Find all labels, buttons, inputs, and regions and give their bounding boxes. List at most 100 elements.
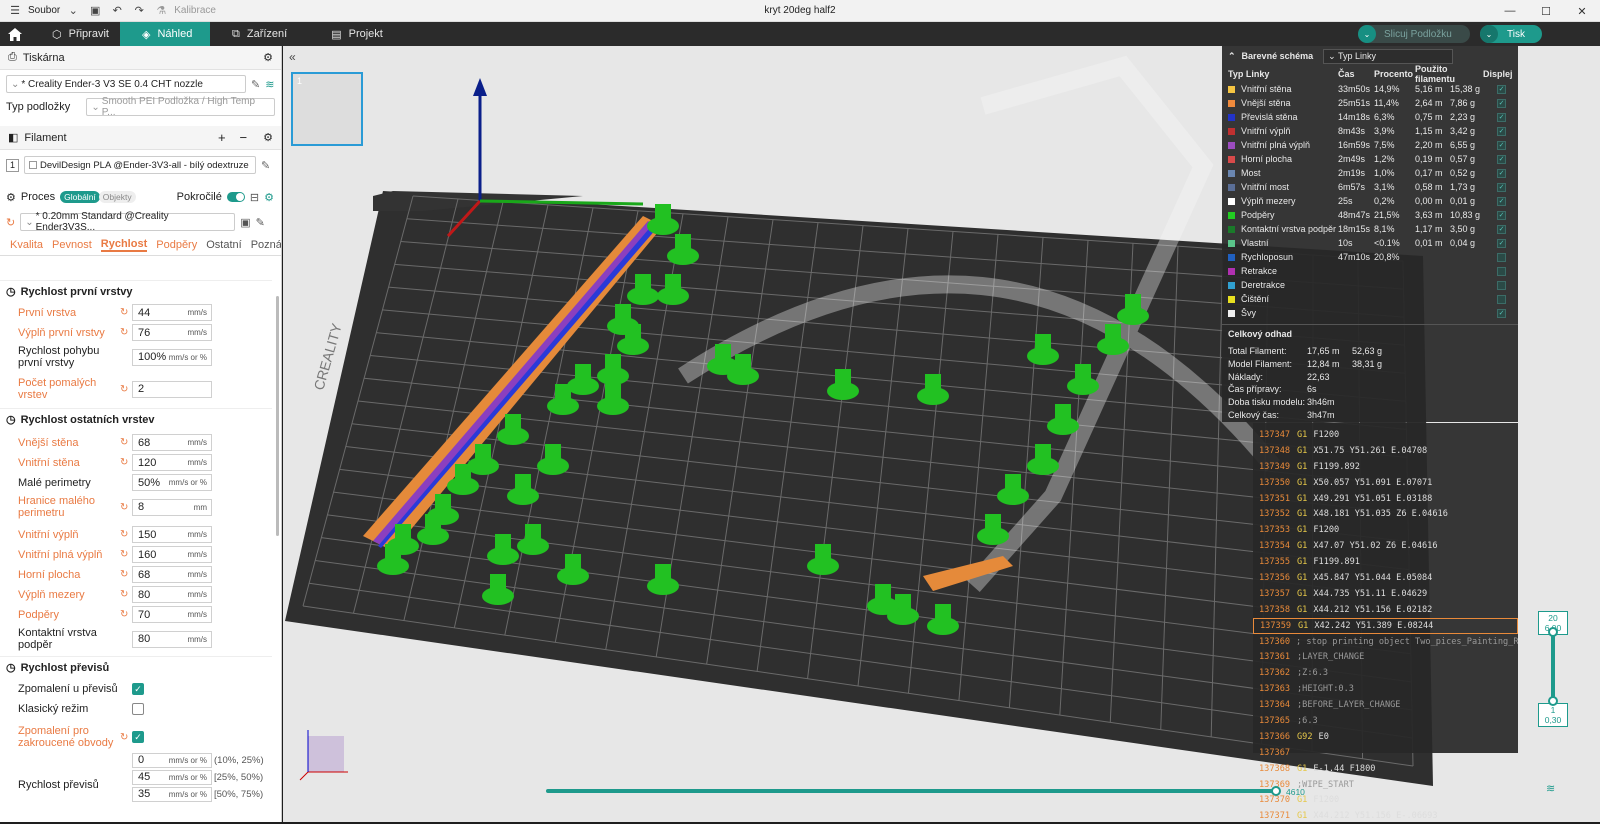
gear-icon[interactable]: ⚙ [263,51,273,64]
legend-row[interactable]: Podpěry 48m47s 21,5% 3,63 m 10,83 g ✓ [1222,208,1518,222]
layer-top-handle[interactable] [1548,627,1558,637]
save-icon[interactable]: ▣ [240,216,250,229]
param-input[interactable]: 68 mm/s [132,434,212,451]
legend-display-checkbox[interactable]: ✓ [1497,98,1506,108]
gcode-line[interactable]: 137360 ; stop printing object Two_pices_P… [1253,634,1518,650]
legend-row[interactable]: Švy ✓ [1222,306,1518,320]
param-input[interactable]: 44 mm/s [132,304,212,321]
gcode-line[interactable]: 137363 ;HEIGHT:0.3 [1253,681,1518,697]
gcode-line[interactable]: 137353 G1 F1200 [1253,522,1518,538]
gcode-line[interactable]: 137358 G1 X44.212 Y51.156 E.02182 [1253,602,1518,618]
add-icon[interactable]: + [218,130,226,145]
printer-select[interactable]: ⌄ * Creality Ender-3 V3 SE 0.4 CHT nozzle [6,75,246,93]
refresh-icon[interactable]: ↻ [6,216,15,229]
legend-row[interactable]: Převislá stěna 14m18s 6,3% 0,75 m 2,23 g ✓ [1222,110,1518,124]
gcode-line[interactable]: 137364 ;BEFORE_LAYER_CHANGE [1253,697,1518,713]
plate-type-select[interactable]: ⌄ Smooth PEI Podložka / High Temp P... [86,96,275,118]
maximize-button[interactable]: ☐ [1528,0,1564,22]
edit-icon[interactable]: ✎ [256,216,265,229]
reset-icon[interactable]: ↻ [120,549,128,560]
gcode-line[interactable]: 137351 G1 X49.291 Y51.051 E.03188 [1253,491,1518,507]
legend-display-checkbox[interactable]: ✓ [1497,84,1506,94]
legend-display-checkbox[interactable]: ✓ [1497,168,1506,178]
home-button[interactable] [0,22,30,46]
param-input[interactable]: 2 [132,380,212,398]
edit-icon[interactable]: ✎ [261,159,270,172]
param-input[interactable]: 120 mm/s [132,454,212,471]
param-input[interactable]: 68 mm/s [132,566,212,583]
legend-display-checkbox[interactable]: ✓ [1497,196,1506,206]
legend-row[interactable]: Horní plocha 2m49s 1,2% 0,19 m 0,57 g ✓ [1222,152,1518,166]
classic-mode-checkbox[interactable] [132,703,144,715]
gcode-line[interactable]: 137356 G1 X45.847 Y51.044 E.05084 [1253,570,1518,586]
legend-row[interactable]: Výplň mezery 25s 0,2% 0,00 m 0,01 g ✓ [1222,194,1518,208]
param-input[interactable]: 8 mm [132,498,212,516]
reset-icon[interactable]: ↻ [120,589,128,600]
wifi-icon[interactable]: ≋ [265,78,274,91]
reset-icon[interactable]: ↻ [120,457,128,468]
minimize-button[interactable]: — [1492,0,1528,22]
chevron-down-icon[interactable]: ⌄ [64,3,82,19]
gcode-line[interactable]: 137359 G1 X42.242 Y51.389 E.08244 [1253,617,1518,634]
chevron-down-icon[interactable]: ⌄ [1480,25,1498,43]
reset-icon[interactable]: ↻ [120,502,128,513]
legend-row[interactable]: Vnější stěna 25m51s 11,4% 2,64 m 7,86 g ✓ [1222,96,1518,110]
move-slider-handle[interactable] [1271,786,1281,796]
legend-row[interactable]: Vnitřní plná výplň 16m59s 7,5% 2,20 m 6,55 g… [1222,138,1518,152]
reset-icon[interactable]: ↻ [120,437,128,448]
sidebar-scrollbar[interactable] [276,296,279,536]
gcode-line[interactable]: 137365 ;6.3 [1253,713,1518,729]
reset-icon[interactable]: ↻ [120,609,128,620]
subtab-support[interactable]: Podpěry [156,239,197,251]
calibration-icon[interactable]: ⚗ [152,3,170,19]
legend-display-checkbox[interactable]: ✓ [1497,126,1506,136]
collapse-sidebar-icon[interactable]: « [289,50,296,64]
gcode-line[interactable]: 137348 G1 X51.75 Y51.261 E.04708 [1253,443,1518,459]
param-input[interactable]: 80 mm/s [132,630,212,648]
gcode-line[interactable]: 137349 G1 F1199.892 [1253,459,1518,475]
undo-icon[interactable]: ↶ [108,3,126,19]
legend-display-checkbox[interactable]: ✓ [1497,210,1506,220]
gcode-line[interactable]: 137362 ;Z:6.3 [1253,665,1518,681]
filament-select[interactable]: DevilDesign PLA @Ender-3V3-all - bílý od… [24,156,256,174]
legend-row[interactable]: Most 2m19s 1,0% 0,17 m 0,52 g ✓ [1222,166,1518,180]
edit-icon[interactable]: ✎ [251,78,260,91]
param-input[interactable]: 50% mm/s or % [132,474,212,491]
legend-display-checkbox[interactable]: ✓ [1497,238,1506,248]
gcode-line[interactable]: 137368 G1 E-1.44 F1800 [1253,761,1518,777]
legend-display-checkbox[interactable]: ✓ [1497,140,1506,150]
param-input[interactable]: 70 mm/s [132,606,212,623]
compare-icon[interactable]: ⊟ [250,191,259,204]
gcode-line[interactable]: 137367 [1253,745,1518,761]
reset-icon[interactable]: ↻ [120,307,128,318]
gcode-line[interactable]: 137355 G1 F1199.891 [1253,554,1518,570]
subtab-notes[interactable]: Poznám... [251,239,281,251]
subtab-speed[interactable]: Rychlost [100,238,148,252]
color-scheme-select[interactable]: ⌄ Typ Linky [1323,48,1454,64]
legend-row[interactable]: Deretrakce [1222,278,1518,292]
legend-display-checkbox[interactable] [1497,294,1506,304]
legend-display-checkbox[interactable]: ✓ [1497,308,1506,318]
move-slider[interactable] [546,789,1276,793]
tab-prepare[interactable]: ⬡ Připravit [30,22,120,46]
param-input[interactable]: 76 mm/s [132,324,212,341]
legend-row[interactable]: Vnitřní most 6m57s 3,1% 0,58 m 1,73 g ✓ [1222,180,1518,194]
save-icon[interactable]: ▣ [86,3,104,19]
process-preset-select[interactable]: ⌄ * 0.20mm Standard @Creality Ender3V3S..… [20,211,236,233]
close-button[interactable]: ✕ [1564,0,1600,22]
reset-icon[interactable]: ↻ [120,732,128,743]
collapse-icon[interactable]: ⌃ [1228,51,1236,62]
legend-row[interactable]: Rychloposun 47m10s 20,8% [1222,250,1518,264]
gcode-line[interactable]: 137350 G1 X50.057 Y51.091 E.07071 [1253,475,1518,491]
reset-icon[interactable]: ↻ [120,529,128,540]
param-input[interactable]: 160 mm/s [132,546,212,563]
tab-device[interactable]: ⧉ Zařízení [210,22,309,46]
layers-menu-icon[interactable]: ≋ [1546,782,1555,795]
gcode-line[interactable]: 137357 G1 X44.735 Y51.11 E.04629 [1253,586,1518,602]
orientation-cube[interactable] [299,730,348,781]
advanced-switch[interactable] [226,192,245,202]
subtab-quality[interactable]: Kvalita [10,239,43,251]
gcode-line[interactable]: 137354 G1 X47.07 Y51.02 Z6 E.04616 [1253,538,1518,554]
overhang-speed-input[interactable]: 0 mm/s or % [132,752,212,768]
plate-thumbnail[interactable]: 1 [291,72,363,146]
